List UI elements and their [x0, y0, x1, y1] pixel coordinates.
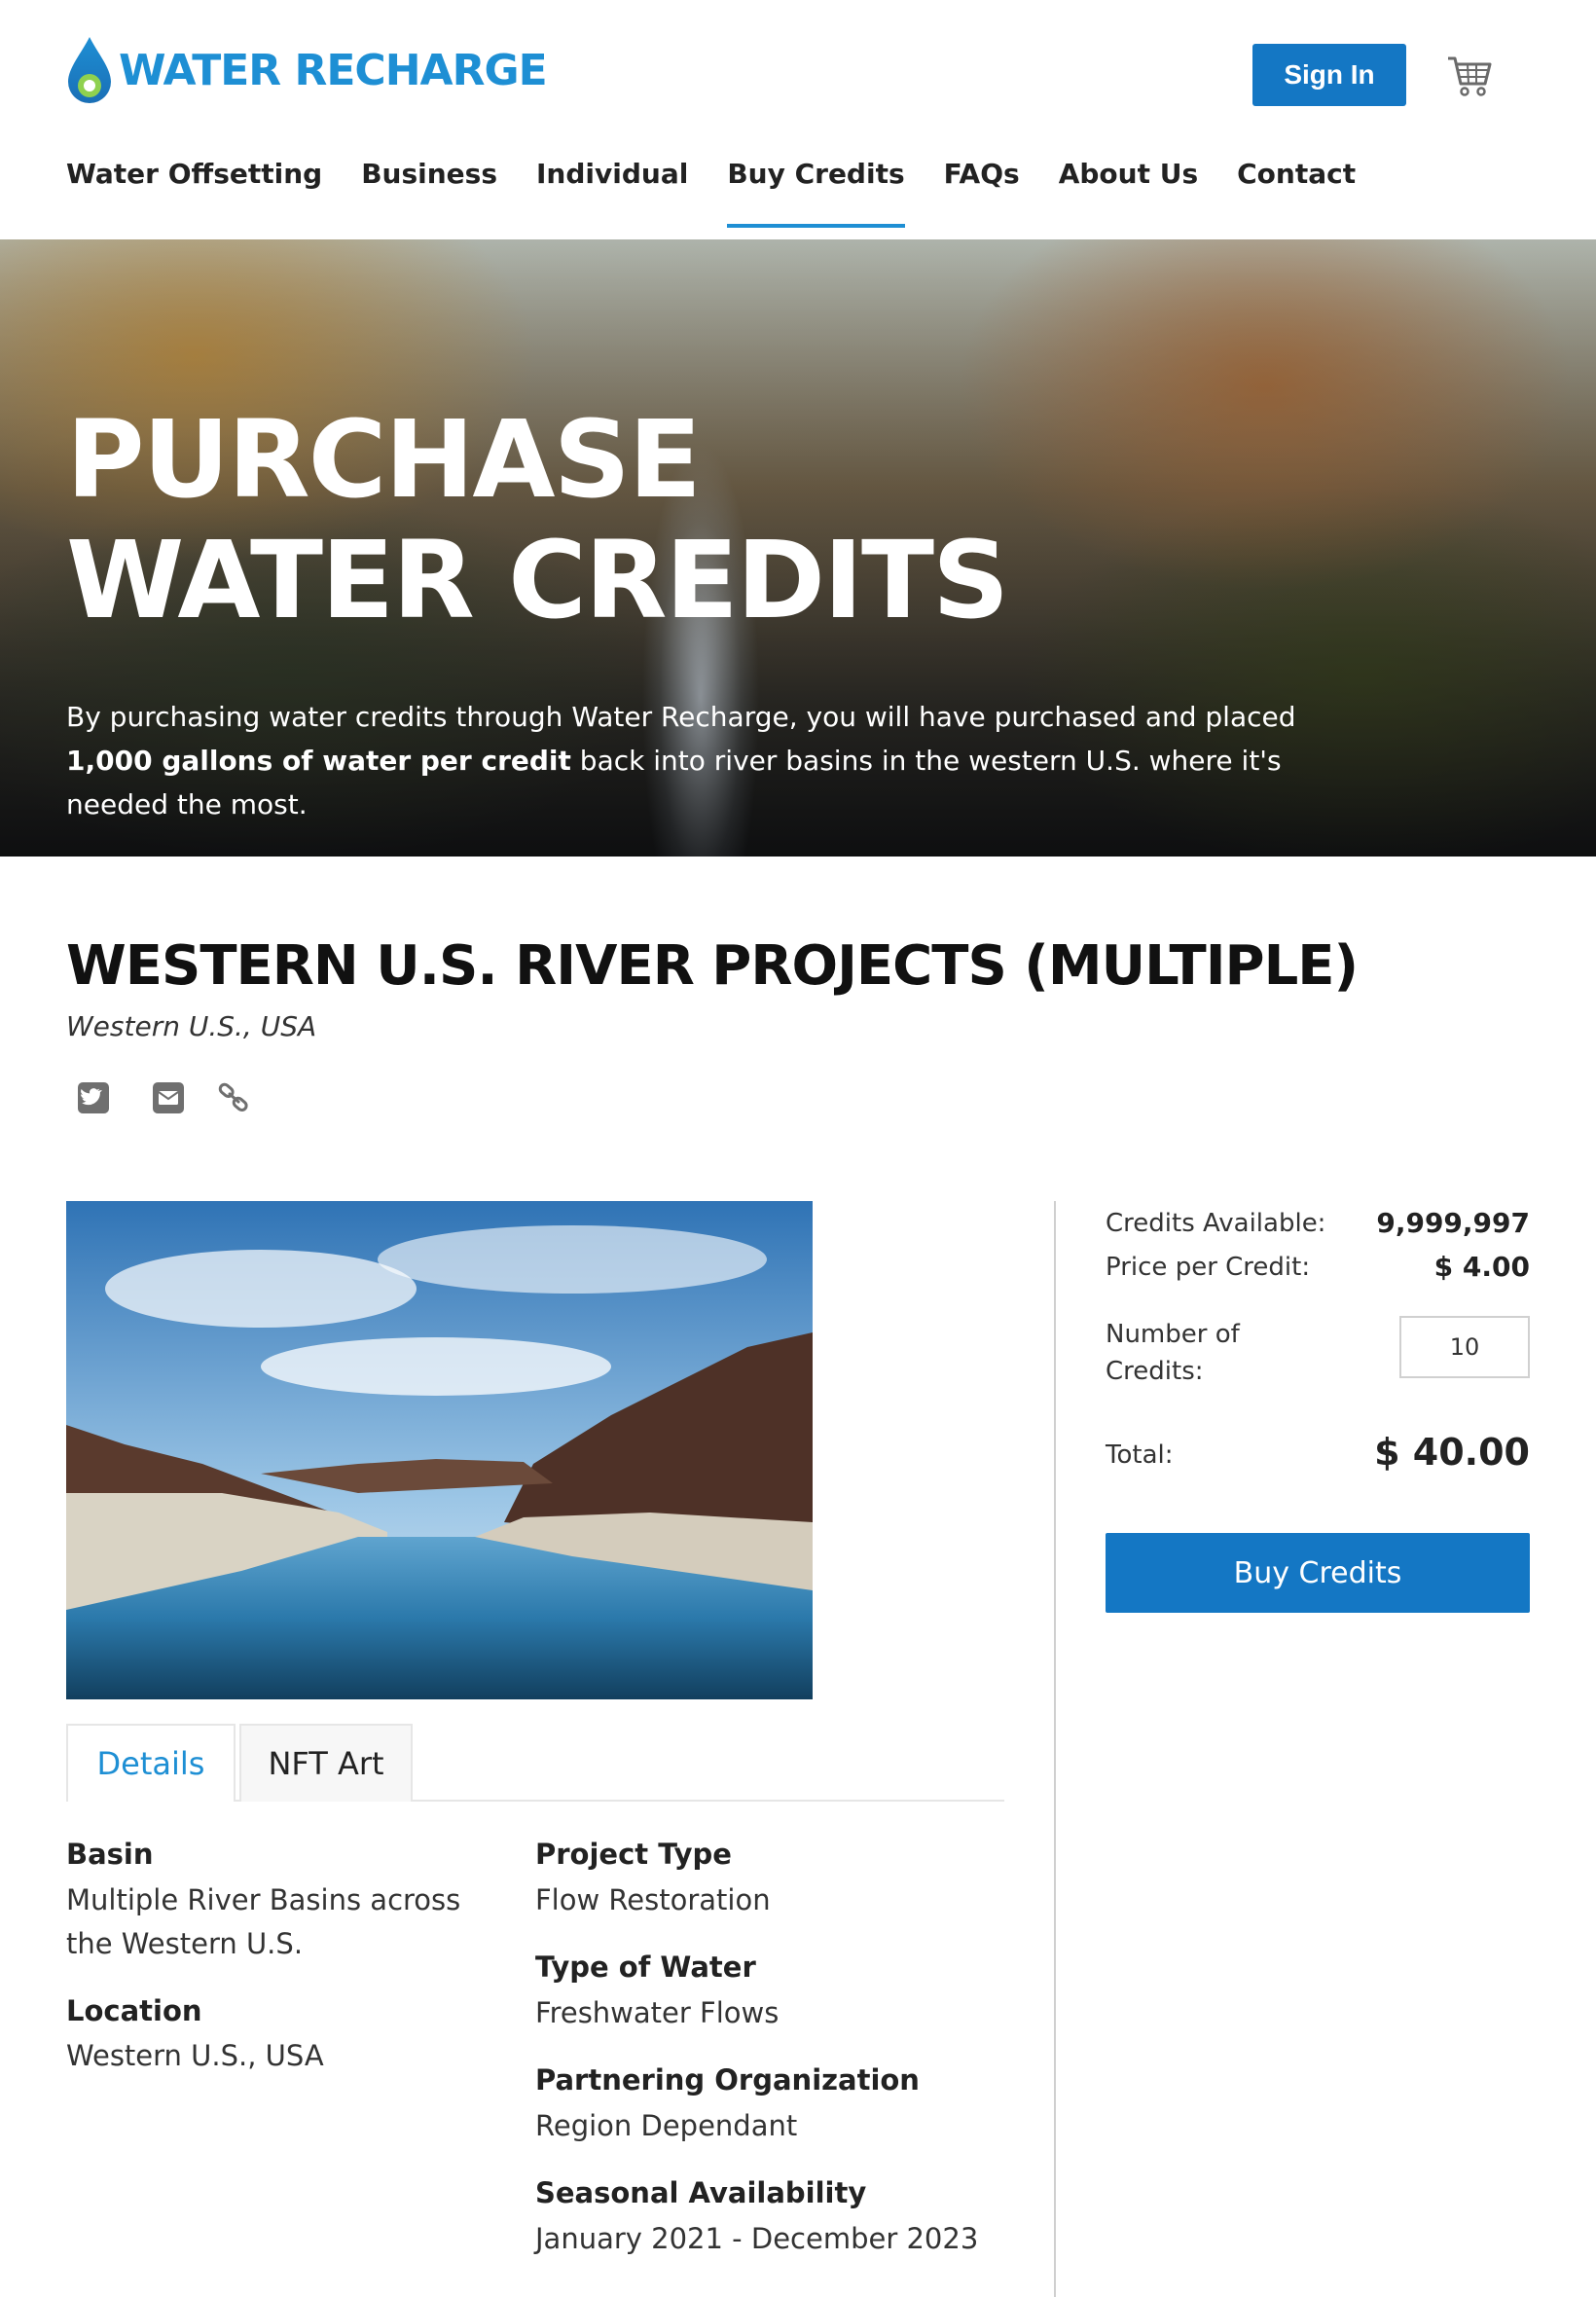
- project-tabs: Details NFT Art: [66, 1724, 1004, 1802]
- location-value: Western U.S., USA: [66, 2039, 324, 2072]
- canyon-lake-image: [66, 1201, 813, 1699]
- project-type-label: Project Type: [535, 1838, 732, 1871]
- basin-label: Basin: [66, 1838, 154, 1871]
- nav-item-water-offsetting[interactable]: Water Offsetting: [66, 158, 322, 230]
- tab-nft-art[interactable]: NFT Art: [239, 1724, 413, 1802]
- nav-item-buy-credits[interactable]: Buy Credits: [727, 158, 905, 230]
- project-photo: [66, 1201, 813, 1699]
- nav-item-contact[interactable]: Contact: [1237, 158, 1356, 230]
- hero-title: PURCHASE WATER CREDITS: [66, 397, 1009, 642]
- partner-label: Partnering Organization: [535, 2063, 920, 2096]
- location-label: Location: [66, 1994, 202, 2027]
- project-type-value: Flow Restoration: [535, 1883, 771, 1916]
- logo-text: WATER RECHARGE: [119, 45, 548, 95]
- site-header: WATER RECHARGE Sign In Water Offsetting …: [0, 0, 1596, 239]
- hero-description: By purchasing water credits through Wate…: [66, 695, 1351, 826]
- number-of-credits-input[interactable]: [1399, 1316, 1530, 1378]
- main-nav: Water Offsetting Business Individual Buy…: [66, 158, 1395, 230]
- partner-value: Region Dependant: [535, 2109, 798, 2142]
- water-drop-icon: [68, 37, 111, 103]
- basin-value: Multiple River Basins across the Western…: [66, 1883, 461, 1960]
- water-type-label: Type of Water: [535, 1951, 756, 1984]
- twitter-icon[interactable]: [76, 1080, 111, 1115]
- column-divider: [1054, 1201, 1056, 2297]
- hero-text-start: By purchasing water credits through Wate…: [66, 701, 1296, 733]
- credits-available-label: Credits Available:: [1106, 1209, 1326, 1238]
- buy-credits-button[interactable]: Buy Credits: [1106, 1533, 1530, 1613]
- water-type-value: Freshwater Flows: [535, 1996, 780, 2029]
- project-subtitle: Western U.S., USA: [66, 1010, 317, 1042]
- nav-item-about-us[interactable]: About Us: [1059, 158, 1198, 230]
- hero-text-emphasis: 1,000 gallons of water per credit: [66, 745, 571, 777]
- link-icon[interactable]: [217, 1080, 252, 1115]
- total-label: Total:: [1106, 1440, 1174, 1470]
- price-per-credit-value: $ 4.00: [1433, 1251, 1530, 1283]
- nav-item-business[interactable]: Business: [361, 158, 497, 230]
- season-label: Seasonal Availability: [535, 2176, 867, 2209]
- nav-item-faqs[interactable]: FAQs: [944, 158, 1020, 230]
- season-value: January 2021 - December 2023: [535, 2222, 979, 2255]
- project-title: WESTERN U.S. RIVER PROJECTS (MULTIPLE): [66, 934, 1359, 998]
- tab-details[interactable]: Details: [66, 1724, 236, 1802]
- email-icon[interactable]: [151, 1080, 186, 1115]
- sign-in-button[interactable]: Sign In: [1252, 44, 1406, 106]
- total-value: $ 40.00: [1374, 1431, 1530, 1474]
- hero-banner: PURCHASE WATER CREDITS By purchasing wat…: [0, 239, 1596, 857]
- price-per-credit-label: Price per Credit:: [1106, 1253, 1311, 1282]
- logo[interactable]: WATER RECHARGE: [64, 35, 548, 105]
- cart-icon[interactable]: [1444, 51, 1495, 101]
- nav-item-individual[interactable]: Individual: [536, 158, 688, 230]
- number-of-credits-label: Number of Credits:: [1106, 1320, 1240, 1386]
- credits-available-value: 9,999,997: [1376, 1207, 1530, 1239]
